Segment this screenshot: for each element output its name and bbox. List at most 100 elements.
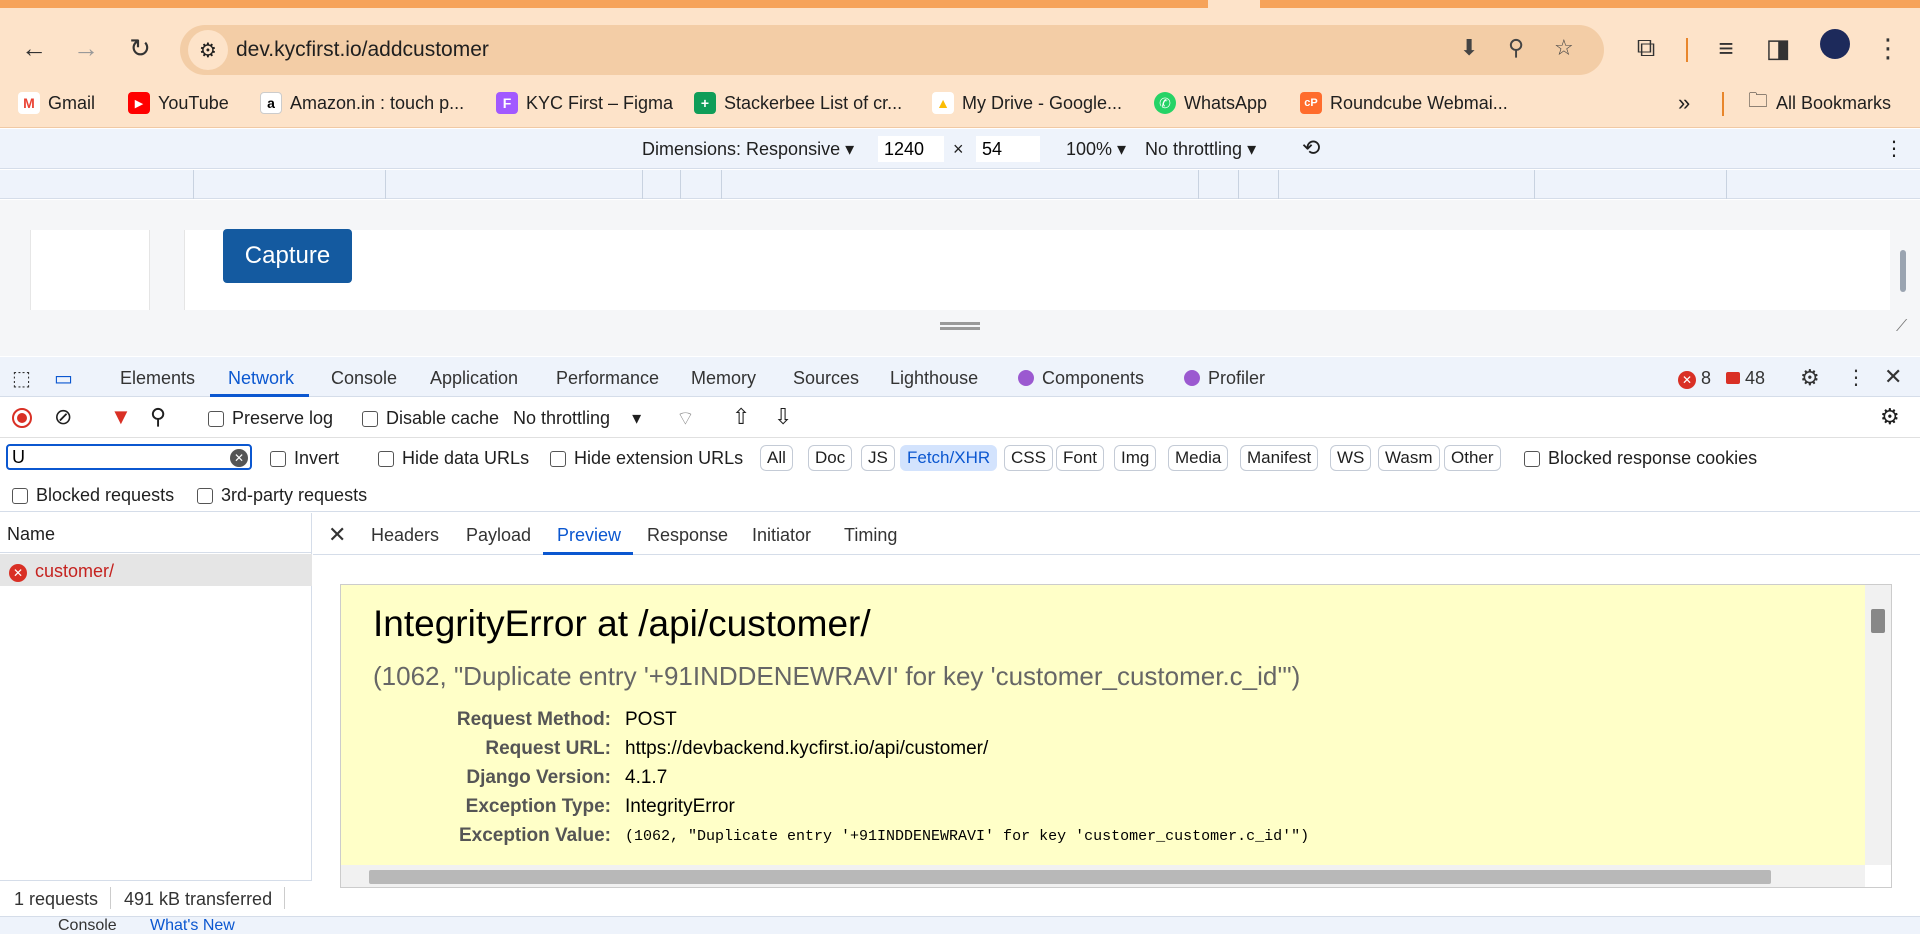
type-filter-all[interactable]: All <box>760 445 793 471</box>
figma-icon: F <box>496 92 518 114</box>
bookmarks-overflow-icon[interactable]: » <box>1678 88 1690 118</box>
all-bookmarks[interactable]: 🗀 All Bookmarks <box>1748 88 1891 118</box>
preview-horizontal-scrollbar[interactable] <box>341 865 1865 887</box>
bookmark-figma[interactable]: F KYC First – Figma <box>496 88 673 118</box>
bookmark-star-icon[interactable]: ☆ <box>1554 35 1574 61</box>
viewport-resize-handle[interactable] <box>940 322 980 330</box>
address-bar[interactable]: ⚙ dev.kycfirst.io/addcustomer ⬇ ⚲ ☆ <box>180 25 1604 75</box>
bookmark-drive[interactable]: ▲ My Drive - Google... <box>932 88 1122 118</box>
inspect-element-icon[interactable]: ⬚ <box>12 366 31 391</box>
type-filter-wasm[interactable]: Wasm <box>1378 445 1440 471</box>
preview-vertical-scrollbar[interactable] <box>1865 585 1891 865</box>
request-detail-tabs: ✕ Headers Payload Preview Response Initi… <box>313 513 1920 555</box>
third-party-requests-checkbox[interactable]: 3rd-party requests <box>197 485 367 506</box>
bookmark-gmail[interactable]: M Gmail <box>18 88 95 118</box>
record-stop-icon[interactable] <box>12 408 32 428</box>
dimensions-select[interactable]: Dimensions: Responsive ▾ <box>642 139 854 160</box>
tab-lighthouse[interactable]: Lighthouse <box>890 368 978 389</box>
drawer-tab-console[interactable]: Console <box>58 917 117 934</box>
bookmark-amazon[interactable]: a Amazon.in : touch p... <box>260 88 464 118</box>
site-settings-icon[interactable]: ⚙ <box>188 30 228 70</box>
bookmark-whatsapp[interactable]: ✆ WhatsApp <box>1154 88 1267 118</box>
device-more-icon[interactable]: ⋮ <box>1884 136 1904 161</box>
preserve-log-checkbox[interactable]: Preserve log <box>208 408 333 429</box>
tab-components[interactable]: Components <box>1018 368 1144 389</box>
back-arrow-icon[interactable]: ← <box>14 28 54 68</box>
close-devtools-icon[interactable]: ✕ <box>1884 364 1902 390</box>
tab-initiator[interactable]: Initiator <box>752 525 811 546</box>
tab-elements[interactable]: Elements <box>120 368 195 389</box>
network-throttle-select[interactable]: No throttling ▾ <box>513 408 641 429</box>
type-filter-css[interactable]: CSS <box>1004 445 1053 471</box>
name-column-header[interactable]: Name <box>0 513 312 553</box>
export-har-icon[interactable]: ⇩ <box>774 404 792 430</box>
drawer-tab-whats-new[interactable]: What's New <box>150 917 235 934</box>
tab-timing[interactable]: Timing <box>844 525 897 546</box>
corner-resize-icon[interactable]: ⟋ <box>1896 318 1907 336</box>
tab-performance[interactable]: Performance <box>556 368 659 389</box>
reload-icon[interactable]: ↻ <box>120 28 160 68</box>
devtools-more-icon[interactable]: ⋮ <box>1846 365 1866 390</box>
warning-counter[interactable]: 48 <box>1726 368 1765 389</box>
capture-button[interactable]: Capture <box>223 229 352 283</box>
filter-input[interactable] <box>6 444 252 470</box>
viewport-scrollbar[interactable] <box>1900 250 1906 292</box>
extensions-icon[interactable]: ⧉ <box>1626 28 1666 68</box>
settings-gear-icon[interactable]: ⚙ <box>1800 365 1820 391</box>
rotate-icon[interactable]: ⟲ <box>1302 135 1320 161</box>
blocked-requests-checkbox[interactable]: Blocked requests <box>12 485 174 506</box>
type-filter-manifest[interactable]: Manifest <box>1240 445 1319 471</box>
tab-network[interactable]: Network <box>228 368 294 389</box>
type-filter-media[interactable]: Media <box>1168 445 1229 471</box>
zoom-select[interactable]: 100% ▾ <box>1066 139 1126 160</box>
type-filter-js[interactable]: JS <box>861 445 895 471</box>
media-controls-icon[interactable]: ≡ <box>1706 28 1746 68</box>
error-counter[interactable]: ✕ 8 <box>1678 368 1711 389</box>
device-toggle-icon[interactable]: ▭ <box>54 366 73 391</box>
url-text[interactable]: dev.kycfirst.io/addcustomer <box>236 38 489 62</box>
tab-application[interactable]: Application <box>430 368 518 389</box>
tab-headers[interactable]: Headers <box>371 525 439 546</box>
type-filter-img[interactable]: Img <box>1114 445 1157 471</box>
menu-kebab-icon[interactable]: ⋮ <box>1868 28 1908 68</box>
tab-console[interactable]: Console <box>331 368 397 389</box>
type-filter-ws[interactable]: WS <box>1330 445 1372 471</box>
search-icon[interactable]: ⚲ <box>150 404 166 430</box>
response-preview[interactable]: IntegrityError at /api/customer/ (1062, … <box>340 584 1892 888</box>
viewport-height-input[interactable] <box>976 136 1040 162</box>
import-har-icon[interactable]: ⇧ <box>732 404 750 430</box>
request-row[interactable]: ✕ customer/ <box>0 554 312 586</box>
bookmark-stackerbee[interactable]: + Stackerbee List of cr... <box>694 88 902 118</box>
device-throttle-select[interactable]: No throttling ▾ <box>1145 139 1256 160</box>
clear-filter-icon[interactable]: ✕ <box>230 449 248 467</box>
type-filter-fetch-xhr[interactable]: Fetch/XHR <box>900 445 998 471</box>
hide-extension-urls-checkbox[interactable]: Hide extension URLs <box>550 448 743 469</box>
blocked-response-cookies-checkbox[interactable]: Blocked response cookies <box>1524 448 1757 469</box>
invert-checkbox[interactable]: Invert <box>270 448 339 469</box>
tab-payload[interactable]: Payload <box>466 525 531 546</box>
side-panel-icon[interactable]: ◨ <box>1758 28 1798 68</box>
error-icon: ✕ <box>9 561 27 582</box>
profile-avatar[interactable] <box>1820 29 1850 59</box>
hide-data-urls-checkbox[interactable]: Hide data URLs <box>378 448 529 469</box>
type-filter-other[interactable]: Other <box>1444 445 1501 471</box>
type-filter-font[interactable]: Font <box>1056 445 1105 471</box>
bookmark-youtube[interactable]: ▶ YouTube <box>128 88 229 118</box>
tab-preview[interactable]: Preview <box>557 525 621 546</box>
bookmark-roundcube[interactable]: cP Roundcube Webmai... <box>1300 88 1508 118</box>
network-settings-gear-icon[interactable]: ⚙ <box>1880 404 1900 430</box>
zoom-icon[interactable]: ⚲ <box>1508 35 1524 61</box>
disable-cache-checkbox[interactable]: Disable cache <box>362 408 499 429</box>
tab-profiler[interactable]: Profiler <box>1184 368 1265 389</box>
clear-icon[interactable]: ⊘ <box>54 404 72 430</box>
close-detail-icon[interactable]: ✕ <box>328 522 346 548</box>
type-filter-doc[interactable]: Doc <box>808 445 853 471</box>
network-conditions-icon[interactable]: ⌔ <box>676 406 695 431</box>
tab-sources[interactable]: Sources <box>793 368 859 389</box>
forward-arrow-icon[interactable]: → <box>66 28 106 68</box>
filter-funnel-icon[interactable]: ▼ <box>110 404 132 430</box>
tab-response[interactable]: Response <box>647 525 728 546</box>
viewport-width-input[interactable] <box>878 136 944 162</box>
install-app-icon[interactable]: ⬇ <box>1460 35 1478 61</box>
tab-memory[interactable]: Memory <box>691 368 756 389</box>
